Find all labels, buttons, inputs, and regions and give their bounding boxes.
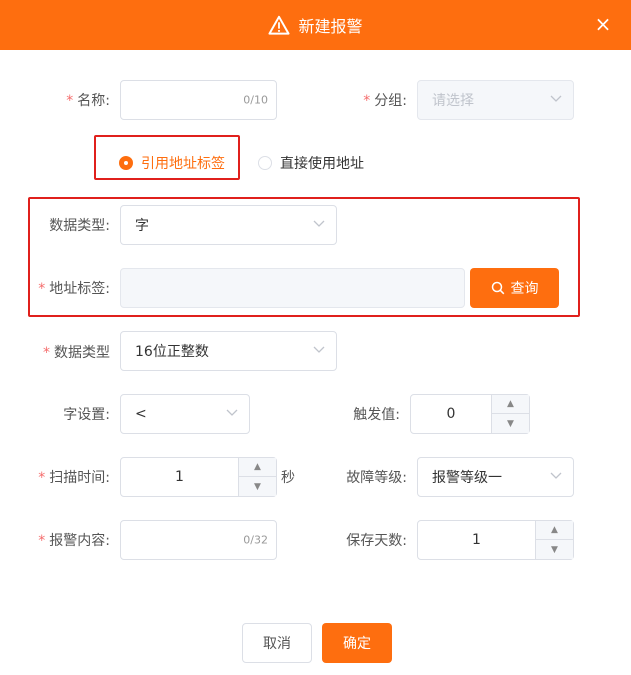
name-input[interactable]: 0/10 [120, 80, 277, 120]
stepper-up-icon[interactable]: ▲ [492, 395, 529, 414]
cancel-button[interactable]: 取消 [242, 623, 312, 663]
fault-level-label: 故障等级: [346, 470, 407, 486]
dialog-title: 新建报警 [298, 17, 363, 36]
name-counter: 0/10 [243, 93, 268, 107]
search-button[interactable]: 查询 [470, 268, 559, 308]
alarm-content-input[interactable]: 0/32 [120, 520, 277, 560]
warning-icon [268, 15, 291, 35]
word-setting-select[interactable]: < [120, 394, 250, 434]
dialog-header: 新建报警 × [0, 0, 631, 50]
stepper-down-icon[interactable]: ▼ [492, 414, 529, 433]
stepper-up-icon[interactable]: ▲ [536, 521, 573, 540]
stepper-down-icon[interactable]: ▼ [536, 540, 573, 559]
address-tag-input[interactable] [120, 268, 465, 308]
chevron-down-icon [313, 220, 325, 227]
address-tag-label: * 地址标签: [38, 281, 110, 297]
group-select[interactable]: 请选择 [417, 80, 574, 120]
scan-time-unit: 秒 [281, 470, 295, 486]
stepper-buttons: ▲ ▼ [535, 521, 573, 559]
stepper-down-icon[interactable]: ▼ [239, 477, 276, 496]
save-days-stepper[interactable]: 1 ▲ ▼ [417, 520, 574, 560]
search-icon [491, 281, 504, 295]
data-type-select[interactable]: 16位正整数 [120, 331, 337, 371]
alarm-content-counter: 0/32 [243, 533, 268, 547]
word-setting-label: 字设置: [63, 407, 110, 423]
chevron-down-icon [226, 409, 238, 416]
radio-address-tag[interactable]: 引用地址标签 [119, 153, 225, 173]
radio-direct-address[interactable]: 直接使用地址 [258, 153, 364, 173]
stepper-buttons: ▲ ▼ [491, 395, 529, 433]
alarm-content-label: * 报警内容: [38, 533, 110, 549]
close-icon[interactable]: × [593, 12, 613, 36]
scan-time-stepper[interactable]: 1 ▲ ▼ [120, 457, 277, 497]
chevron-down-icon [550, 95, 562, 102]
trigger-value-label: 触发值: [353, 407, 400, 423]
stepper-buttons: ▲ ▼ [238, 458, 276, 496]
chevron-down-icon [550, 472, 562, 479]
chevron-down-icon [313, 346, 325, 353]
radio-dot [119, 156, 133, 170]
group-label: * 分组: [363, 93, 407, 109]
name-label: * 名称: [66, 93, 110, 109]
dialog-title-wrap: 新建报警 [0, 0, 631, 50]
scan-time-label: * 扫描时间: [38, 470, 110, 486]
group-placeholder: 请选择 [432, 93, 474, 109]
fault-level-select[interactable]: 报警等级一 [417, 457, 574, 497]
data-type-ref-label: 数据类型: [49, 218, 110, 234]
stepper-up-icon[interactable]: ▲ [239, 458, 276, 477]
save-days-label: 保存天数: [346, 533, 407, 549]
confirm-button[interactable]: 确定 [322, 623, 392, 663]
radio-dot [258, 156, 272, 170]
data-type-label: * 数据类型 [43, 345, 110, 361]
data-type-ref-select[interactable]: 字 [120, 205, 337, 245]
trigger-value-stepper[interactable]: 0 ▲ ▼ [410, 394, 530, 434]
